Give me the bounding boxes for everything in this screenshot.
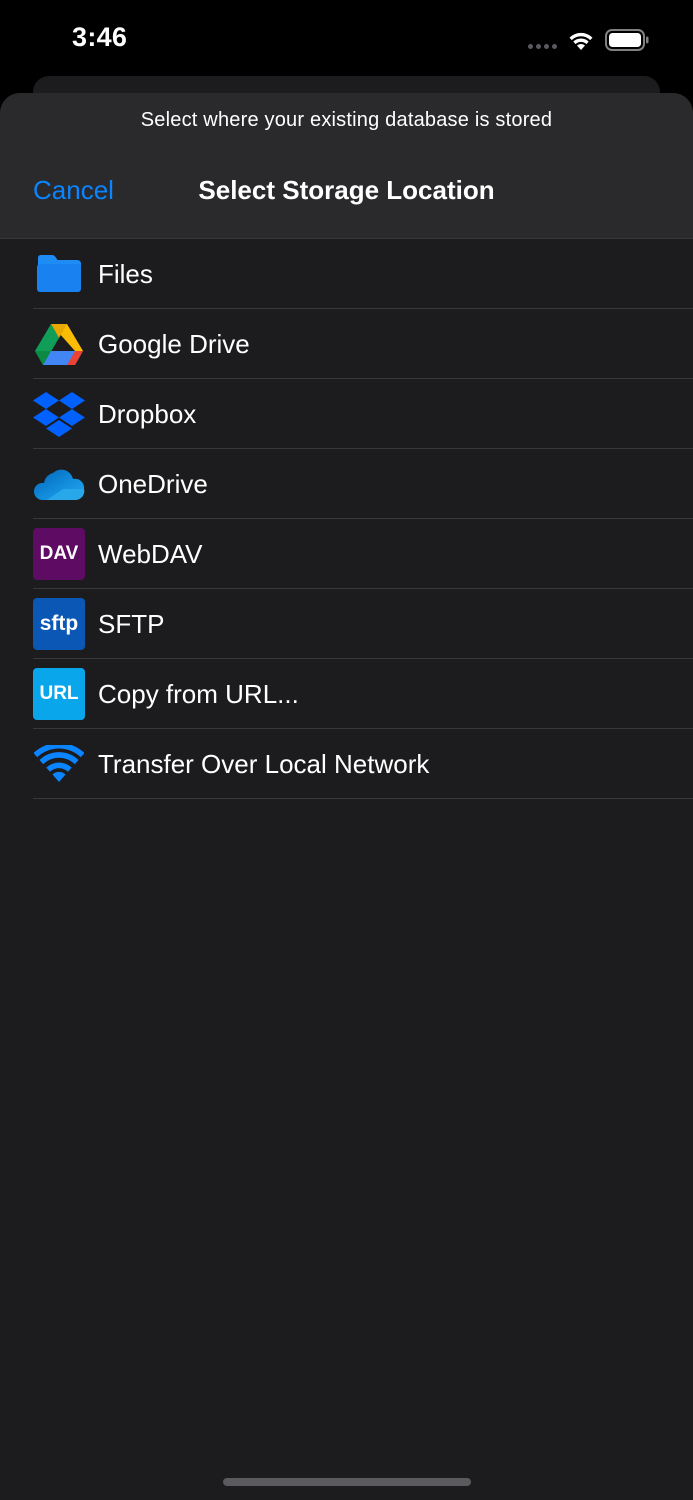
location-row-google-drive[interactable]: Google Drive [0,309,693,379]
folder-icon [33,248,85,300]
navigation-bar: Select where your existing database is s… [0,93,693,239]
location-row-sftp[interactable]: sftp SFTP [0,589,693,659]
location-label: OneDrive [98,469,208,499]
url-icon: URL [33,668,85,720]
location-label: Dropbox [98,399,197,429]
location-label: Google Drive [98,329,250,359]
cancel-button[interactable]: Cancel [33,175,114,206]
google-drive-icon [33,318,85,370]
location-label: Files [98,259,153,289]
url-badge: URL [33,668,85,720]
sheet-prompt: Select where your existing database is s… [140,109,553,131]
storage-location-list: Files Google Drive Dropbox OneDrive DAV … [0,239,693,799]
location-label: Copy from URL... [98,679,299,709]
location-label: SFTP [98,609,165,639]
status-bar: 3:46 [0,0,693,80]
wifi-status-icon [569,32,593,50]
location-label: WebDAV [98,539,203,569]
wifi-icon [33,738,85,790]
home-indicator[interactable] [223,1478,471,1486]
location-row-local-network[interactable]: Transfer Over Local Network [0,729,693,799]
battery-icon [605,29,649,51]
webdav-badge: DAV [33,528,85,580]
sftp-badge: sftp [33,598,85,650]
webdav-icon: DAV [33,528,85,580]
cellular-signal-icon [528,43,557,49]
status-icons [528,26,649,54]
dropbox-icon [33,388,85,440]
onedrive-icon [33,458,85,510]
storage-location-sheet: Select where your existing database is s… [0,93,693,1500]
location-row-url[interactable]: URL Copy from URL... [0,659,693,729]
location-row-webdav[interactable]: DAV WebDAV [0,519,693,589]
status-time: 3:46 [72,22,128,52]
sftp-icon: sftp [33,598,85,650]
location-label: Transfer Over Local Network [98,749,430,779]
location-row-dropbox[interactable]: Dropbox [0,379,693,449]
location-row-files[interactable]: Files [0,239,693,309]
location-row-onedrive[interactable]: OneDrive [0,449,693,519]
